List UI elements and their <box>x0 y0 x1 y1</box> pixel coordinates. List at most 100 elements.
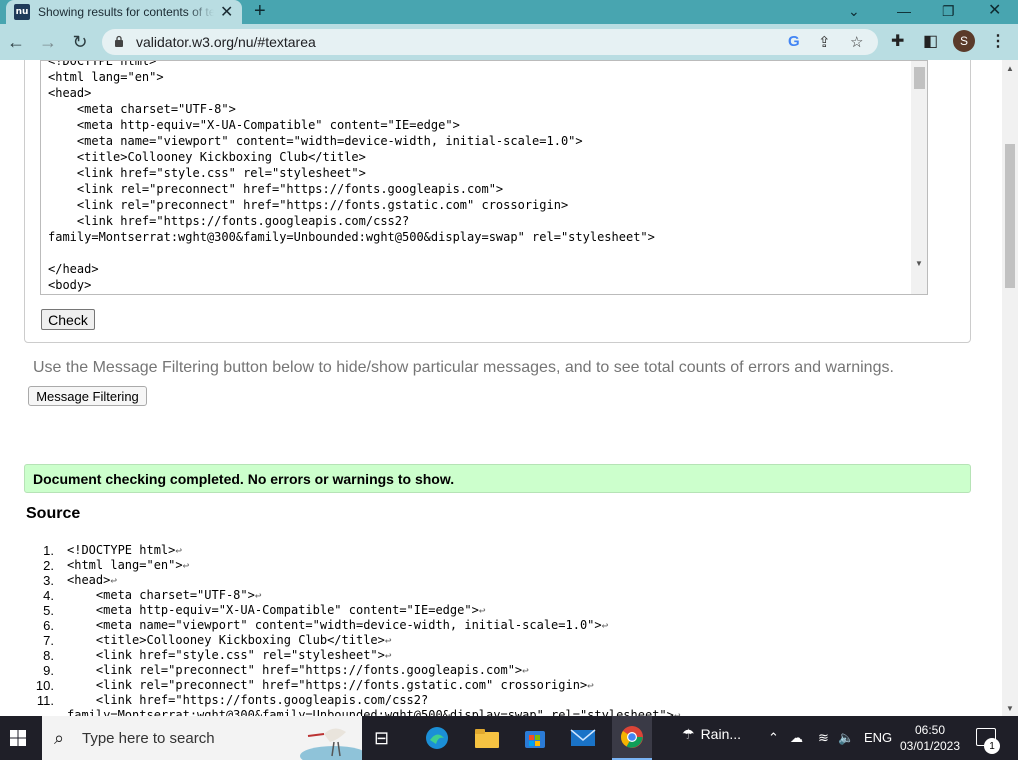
windows-taskbar: ⌕ Type here to search ⊟ ☂ Rain... ⌃ ☁ ≋ … <box>0 716 1018 760</box>
mail-icon[interactable] <box>570 726 596 750</box>
notification-count-badge: 1 <box>984 738 1000 754</box>
share-icon[interactable]: ⇪ <box>818 33 831 51</box>
line-end-marker: ↩ <box>587 679 594 692</box>
line-end-marker: ↩ <box>522 664 529 677</box>
weather-text: Rain... <box>700 726 742 742</box>
source-line-number: 6. <box>43 618 54 633</box>
source-line: 1. <!DOCTYPE html>↩ <box>30 543 990 558</box>
source-line-number: 5. <box>43 603 54 618</box>
reload-icon[interactable]: ↻ <box>68 30 92 54</box>
browser-tab-strip: nu Showing results for contents of text-… <box>0 0 1018 24</box>
source-line-number: 11. <box>36 693 54 708</box>
profile-avatar[interactable]: S <box>953 30 975 52</box>
input-language[interactable]: ENG <box>864 730 892 745</box>
source-line: 7. <title>Collooney Kickboxing Club</tit… <box>30 633 990 648</box>
minimize-icon[interactable]: — <box>897 0 911 22</box>
source-line-code: <meta http-equiv="X-UA-Compatible" conte… <box>67 603 486 617</box>
back-arrow-icon[interactable]: ← <box>4 30 28 54</box>
url-text[interactable]: validator.w3.org/nu/#textarea <box>136 34 316 50</box>
system-clock[interactable]: 06:50 03/01/2023 <box>897 722 963 754</box>
source-line: 9. <link rel="preconnect" href="https://… <box>30 663 990 678</box>
source-line-code: <meta charset="UTF-8">↩ <box>67 588 262 602</box>
source-line: 6. <meta name="viewport" content="width=… <box>30 618 990 633</box>
line-end-marker: ↩ <box>384 634 392 647</box>
success-message: Document checking completed. No errors o… <box>24 464 971 493</box>
source-line-number: 3. <box>43 573 54 588</box>
taskbar-search-placeholder[interactable]: Type here to search <box>82 730 215 747</box>
message-filtering-button[interactable]: Message Filtering <box>28 386 147 406</box>
forward-arrow-icon[interactable]: → <box>36 30 60 54</box>
weather-widget[interactable]: ☂ Rain... <box>682 726 741 743</box>
volume-icon[interactable]: 🔈 <box>838 730 854 746</box>
task-view-icon[interactable]: ⊟ <box>374 728 400 752</box>
new-tab-button[interactable]: + <box>254 0 266 22</box>
source-line-number: 8. <box>43 648 54 663</box>
more-menu-icon[interactable]: ⋮ <box>990 31 1006 51</box>
page-scrollbar[interactable]: ▲ ▼ <box>1002 60 1018 716</box>
textarea-scroll-thumb[interactable] <box>914 67 925 89</box>
source-heading: Source <box>26 505 81 522</box>
google-translate-icon[interactable]: G <box>788 33 800 50</box>
source-line: 11. <link href="https://fonts.googleapis… <box>30 693 990 708</box>
textarea-scrollbar[interactable]: ▼ <box>911 61 927 294</box>
source-line-number: 10. <box>35 678 54 693</box>
taskbar-search-box[interactable]: ⌕ Type here to search <box>42 716 362 760</box>
browser-tab[interactable]: nu Showing results for contents of text-… <box>6 0 242 24</box>
rain-umbrella-icon: ☂ <box>682 726 695 742</box>
textarea-content[interactable]: <!DOCTYPE html> <html lang="en"> <head> … <box>48 61 655 293</box>
side-panel-icon[interactable]: ◧ <box>923 31 938 51</box>
source-line-code: <meta name="viewport" content="width=dev… <box>67 618 609 632</box>
source-line-code: family=Montserrat:wght@300&family=Unboun… <box>67 708 681 716</box>
source-line-code: <title>Collooney Kickboxing Club</title>… <box>67 633 392 647</box>
line-end-marker: ↩ <box>478 604 486 617</box>
extensions-puzzle-icon[interactable]: ✚ <box>891 31 904 51</box>
close-tab-icon[interactable]: ✕ <box>220 2 233 22</box>
validator-favicon-icon: nu <box>14 4 30 20</box>
restore-window-icon[interactable]: ❐ <box>942 0 955 22</box>
tab-title: Showing results for contents of text-inp… <box>38 5 214 19</box>
close-window-icon[interactable]: ✕ <box>988 0 1001 22</box>
source-line: 3. <head>↩ <box>30 573 990 588</box>
browser-toolbar: ← → ↻ validator.w3.org/nu/#textarea G ⇪ … <box>0 24 1018 60</box>
scroll-up-arrow-icon[interactable]: ▲ <box>1006 64 1014 73</box>
source-line: 4. <meta charset="UTF-8">↩ <box>30 588 990 603</box>
source-line: 8. <link href="style.css" rel="styleshee… <box>30 648 990 663</box>
onedrive-cloud-icon[interactable]: ☁ <box>790 730 803 746</box>
microsoft-store-icon[interactable] <box>522 726 548 750</box>
line-end-marker: ↩ <box>175 544 182 557</box>
source-line: 10. <link rel="preconnect" href="https:/… <box>30 678 990 693</box>
source-line-number: 7. <box>43 633 54 648</box>
windows-start-icon[interactable] <box>10 730 26 746</box>
source-line-code: <link href="https://fonts.googleapis.com… <box>67 693 429 707</box>
source-line-code: <html lang="en">↩ <box>67 558 190 572</box>
line-end-marker: ↩ <box>254 589 262 602</box>
line-end-marker: ↩ <box>182 559 190 572</box>
source-line: family=Montserrat:wght@300&family=Unboun… <box>30 708 990 716</box>
page-content: <!DOCTYPE html> <html lang="en"> <head> … <box>0 60 1002 716</box>
edge-browser-icon[interactable] <box>424 726 450 750</box>
check-button[interactable]: Check <box>41 309 95 330</box>
scroll-down-arrow-icon[interactable]: ▼ <box>915 259 923 268</box>
clock-time: 06:50 <box>914 723 946 737</box>
bookmark-star-icon[interactable]: ☆ <box>850 33 863 51</box>
line-end-marker: ↩ <box>673 709 681 716</box>
page-scroll-thumb[interactable] <box>1005 144 1015 288</box>
file-explorer-icon[interactable] <box>474 726 500 750</box>
line-end-marker: ↩ <box>601 619 609 632</box>
show-hidden-icons-chevron-icon[interactable]: ⌃ <box>768 730 779 746</box>
source-line-number: 1. <box>43 543 54 558</box>
wifi-icon[interactable]: ≋ <box>818 730 829 746</box>
address-bar[interactable]: validator.w3.org/nu/#textarea G ⇪ ☆ <box>102 29 878 55</box>
source-listing: 1. <!DOCTYPE html>↩ 2. <html lang="en">↩ 3. <… <box>30 543 990 716</box>
source-line-number: 2. <box>43 558 54 573</box>
source-line-code: <link rel="preconnect" href="https://fon… <box>67 678 594 692</box>
tab-search-chevron-icon[interactable]: ⌄ <box>848 0 860 22</box>
filtering-info-text: Use the Message Filtering button below t… <box>33 359 894 376</box>
clock-date: 03/01/2023 <box>899 739 961 753</box>
scroll-down-arrow-icon[interactable]: ▼ <box>1006 704 1014 713</box>
lock-icon <box>115 35 123 47</box>
chrome-taskbar-item[interactable] <box>612 716 652 760</box>
source-textarea[interactable]: <!DOCTYPE html> <html lang="en"> <head> … <box>40 60 928 295</box>
source-line: 2. <html lang="en">↩ <box>30 558 990 573</box>
line-end-marker: ↩ <box>110 574 117 587</box>
